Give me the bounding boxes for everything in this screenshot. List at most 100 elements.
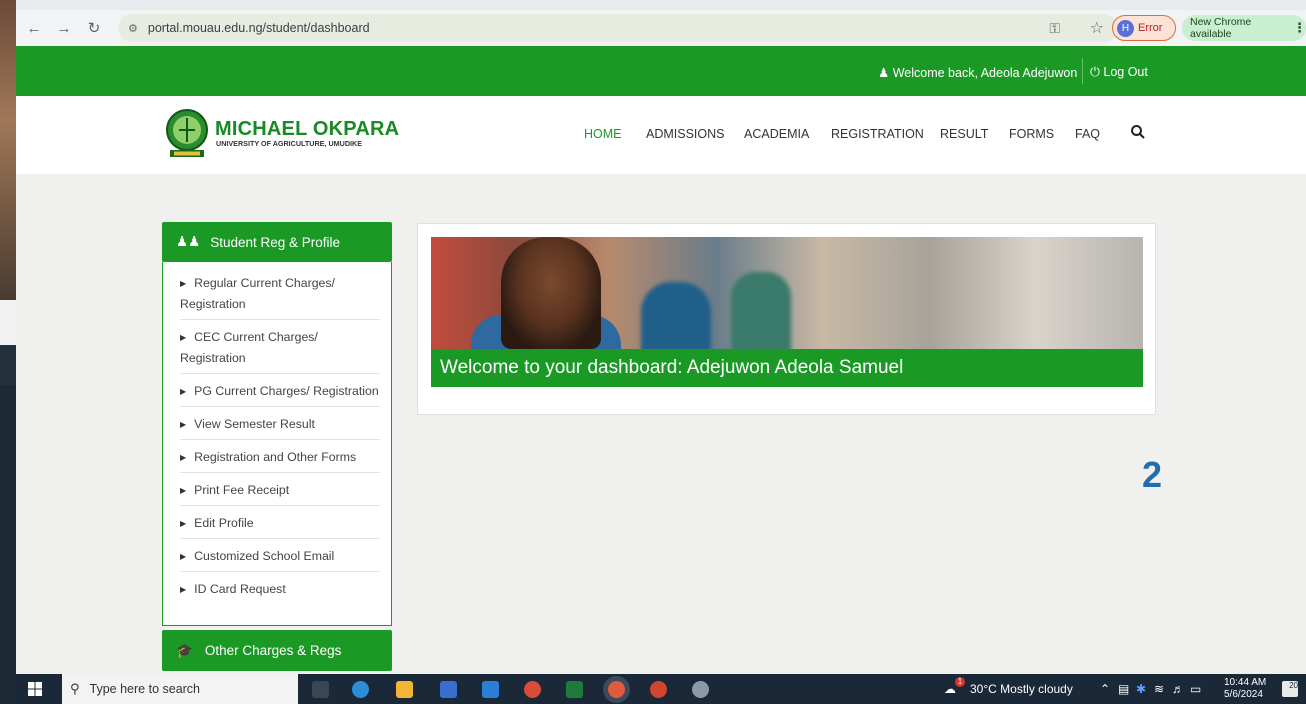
search-icon[interactable] xyxy=(1130,124,1146,140)
sidebar-item-edit-profile[interactable]: ▶ Edit Profile xyxy=(180,506,380,539)
divider xyxy=(1082,58,1083,84)
clock-date: 5/6/2024 xyxy=(1224,689,1263,700)
browser-toolbar: ← → ↻ ⚙ portal.mouau.edu.ng/student/dash… xyxy=(16,10,1306,46)
store-icon[interactable] xyxy=(440,681,457,698)
sidebar-item-school-email[interactable]: ▶ Customized School Email xyxy=(180,539,380,572)
logout-label: Log Out xyxy=(1103,65,1148,79)
url-text[interactable]: portal.mouau.edu.ng/student/dashboard xyxy=(148,21,370,35)
caret-right-icon: ▶ xyxy=(180,420,187,429)
excel-icon[interactable] xyxy=(566,681,583,698)
wifi-icon[interactable]: ≋ xyxy=(1154,682,1164,696)
network-icon[interactable]: ▤ xyxy=(1118,682,1129,696)
background-panel xyxy=(0,300,16,345)
menu-dots-icon[interactable]: ⋮ xyxy=(1293,20,1306,36)
search-icon: ⚲ xyxy=(70,681,80,696)
sidebar-item-label: Edit Profile xyxy=(194,516,254,530)
chrome-icon[interactable] xyxy=(524,681,541,698)
logout-link[interactable]: ⏻ Log Out xyxy=(1090,65,1148,80)
university-logo-icon[interactable] xyxy=(164,108,210,160)
annotation-number: 2 xyxy=(1142,454,1163,495)
taskbar-search-input[interactable]: ⚲ Type here to search xyxy=(62,674,298,704)
sidebar-title: Student Reg & Profile xyxy=(210,234,341,250)
address-bar[interactable]: ⚙ portal.mouau.edu.ng/student/dashboard … xyxy=(118,14,1118,42)
forward-icon[interactable]: → xyxy=(52,16,76,40)
back-icon[interactable]: ← xyxy=(22,16,46,40)
task-view-icon[interactable] xyxy=(312,681,329,698)
users-icon: ♟♟ xyxy=(176,234,201,249)
dashboard-banner-image xyxy=(431,237,1143,349)
logo-title[interactable]: MICHAEL OKPARA xyxy=(215,118,399,141)
nav-registration[interactable]: REGISTRATION xyxy=(831,127,924,141)
sidebar-item-label: Print Fee Receipt xyxy=(194,483,290,497)
profile-error-label: Error xyxy=(1138,22,1163,34)
nav-result[interactable]: RESULT xyxy=(940,127,988,141)
background-photo xyxy=(0,0,16,300)
site-header: MICHAEL OKPARA UNIVERSITY OF AGRICULTURE… xyxy=(16,96,1306,174)
background-window-strip xyxy=(16,0,1306,10)
chrome-update-label: New Chrome available xyxy=(1190,16,1252,40)
caret-right-icon: ▶ xyxy=(180,387,187,396)
caret-right-icon: ▶ xyxy=(180,486,187,495)
dashboard-welcome-title: Welcome to your dashboard: Adejuwon Adeo… xyxy=(431,349,1143,387)
paint-icon[interactable] xyxy=(692,681,709,698)
nav-faq[interactable]: FAQ xyxy=(1075,127,1100,141)
sidebar-item-cec-charges[interactable]: ▶ CEC Current Charges/ Registration xyxy=(180,320,380,374)
sidebar-second-title: Other Charges & Regs xyxy=(204,643,342,658)
sidebar-item-label: PG Current Charges/ Registration xyxy=(194,384,379,398)
reload-icon[interactable]: ↻ xyxy=(82,16,106,40)
powerpoint-icon[interactable] xyxy=(650,681,667,698)
banner-student-face xyxy=(501,237,601,349)
notification-icon[interactable]: 20 xyxy=(1282,681,1298,697)
logo-subtitle: UNIVERSITY OF AGRICULTURE, UMUDIKE xyxy=(216,139,363,148)
sidebar-header-student-reg[interactable]: ♟♟ Student Reg & Profile xyxy=(162,222,392,262)
nav-admissions[interactable]: ADMISSIONS xyxy=(646,127,725,141)
chrome-active-icon[interactable] xyxy=(608,681,625,698)
profile-error-button[interactable]: H Error xyxy=(1112,15,1176,41)
welcome-user-text: Welcome back, Adeola Adejuwon xyxy=(892,66,1078,80)
chevron-up-icon[interactable]: ⌃ xyxy=(1100,682,1110,696)
caret-right-icon: ▶ xyxy=(180,519,187,528)
taskbar-clock[interactable]: 10:44 AM 5/6/2024 xyxy=(1224,677,1266,701)
windows-taskbar: ⚲ Type here to search ☁ 1 30°C Mostly cl… xyxy=(16,674,1306,704)
weather-badge: 1 xyxy=(955,677,965,687)
caret-right-icon: ▶ xyxy=(180,585,187,594)
sidebar-header-other-charges[interactable]: 🎓 Other Charges & Regs xyxy=(162,630,392,671)
background-panel-dark xyxy=(0,345,16,385)
taskbar-search-placeholder: Type here to search xyxy=(89,682,201,696)
sidebar-menu: ▶ Regular Current Charges/ Registration ▶… xyxy=(162,262,392,626)
sidebar-item-regular-charges[interactable]: ▶ Regular Current Charges/ Registration xyxy=(180,270,380,320)
power-icon: ⏻ xyxy=(1090,65,1100,79)
nav-home[interactable]: HOME xyxy=(584,127,622,141)
edge-icon[interactable] xyxy=(352,681,369,698)
sidebar-item-label: ID Card Request xyxy=(194,582,286,596)
caret-right-icon: ▶ xyxy=(180,453,187,462)
bluetooth-icon[interactable]: ✱ xyxy=(1136,682,1146,696)
password-key-icon[interactable]: ⚿ xyxy=(1049,20,1060,37)
sidebar-item-label: Registration and Other Forms xyxy=(194,450,357,464)
site-info-icon[interactable]: ⚙ xyxy=(128,22,138,35)
windows-start-icon[interactable] xyxy=(28,682,42,696)
sidebar-item-fee-receipt[interactable]: ▶ Print Fee Receipt xyxy=(180,473,380,506)
notification-count: 20 xyxy=(1289,681,1298,690)
volume-icon[interactable]: ♬ xyxy=(1172,682,1184,696)
mail-icon[interactable] xyxy=(482,681,499,698)
bookmark-star-icon[interactable]: ☆ xyxy=(1090,18,1104,38)
nav-forms[interactable]: FORMS xyxy=(1009,127,1054,141)
profile-avatar: H xyxy=(1117,19,1134,37)
chrome-update-button[interactable]: New Chrome available ⋮ xyxy=(1182,15,1306,41)
battery-icon[interactable]: ▭ xyxy=(1190,682,1201,696)
nav-academia[interactable]: ACADEMIA xyxy=(744,127,809,141)
sidebar-item-id-card[interactable]: ▶ ID Card Request xyxy=(180,572,380,604)
file-explorer-icon[interactable] xyxy=(396,681,413,698)
sidebar-item-pg-charges[interactable]: ▶ PG Current Charges/ Registration xyxy=(180,374,380,407)
caret-right-icon: ▶ xyxy=(180,279,187,288)
graduation-cap-icon: 🎓 xyxy=(176,642,193,658)
welcome-user: ♟ Welcome back, Adeola Adejuwon xyxy=(878,65,1077,80)
site-top-bar: ♟ Welcome back, Adeola Adejuwon ⏻ Log Ou… xyxy=(16,46,1306,96)
sidebar-item-semester-result[interactable]: ▶ View Semester Result xyxy=(180,407,380,440)
weather-icon[interactable]: ☁ xyxy=(944,682,956,696)
weather-text[interactable]: 30°C Mostly cloudy xyxy=(970,682,1073,696)
sidebar-item-label: CEC Current Charges/ Registration xyxy=(180,330,318,365)
sidebar-item-forms[interactable]: ▶ Registration and Other Forms xyxy=(180,440,380,473)
caret-right-icon: ▶ xyxy=(180,333,187,342)
